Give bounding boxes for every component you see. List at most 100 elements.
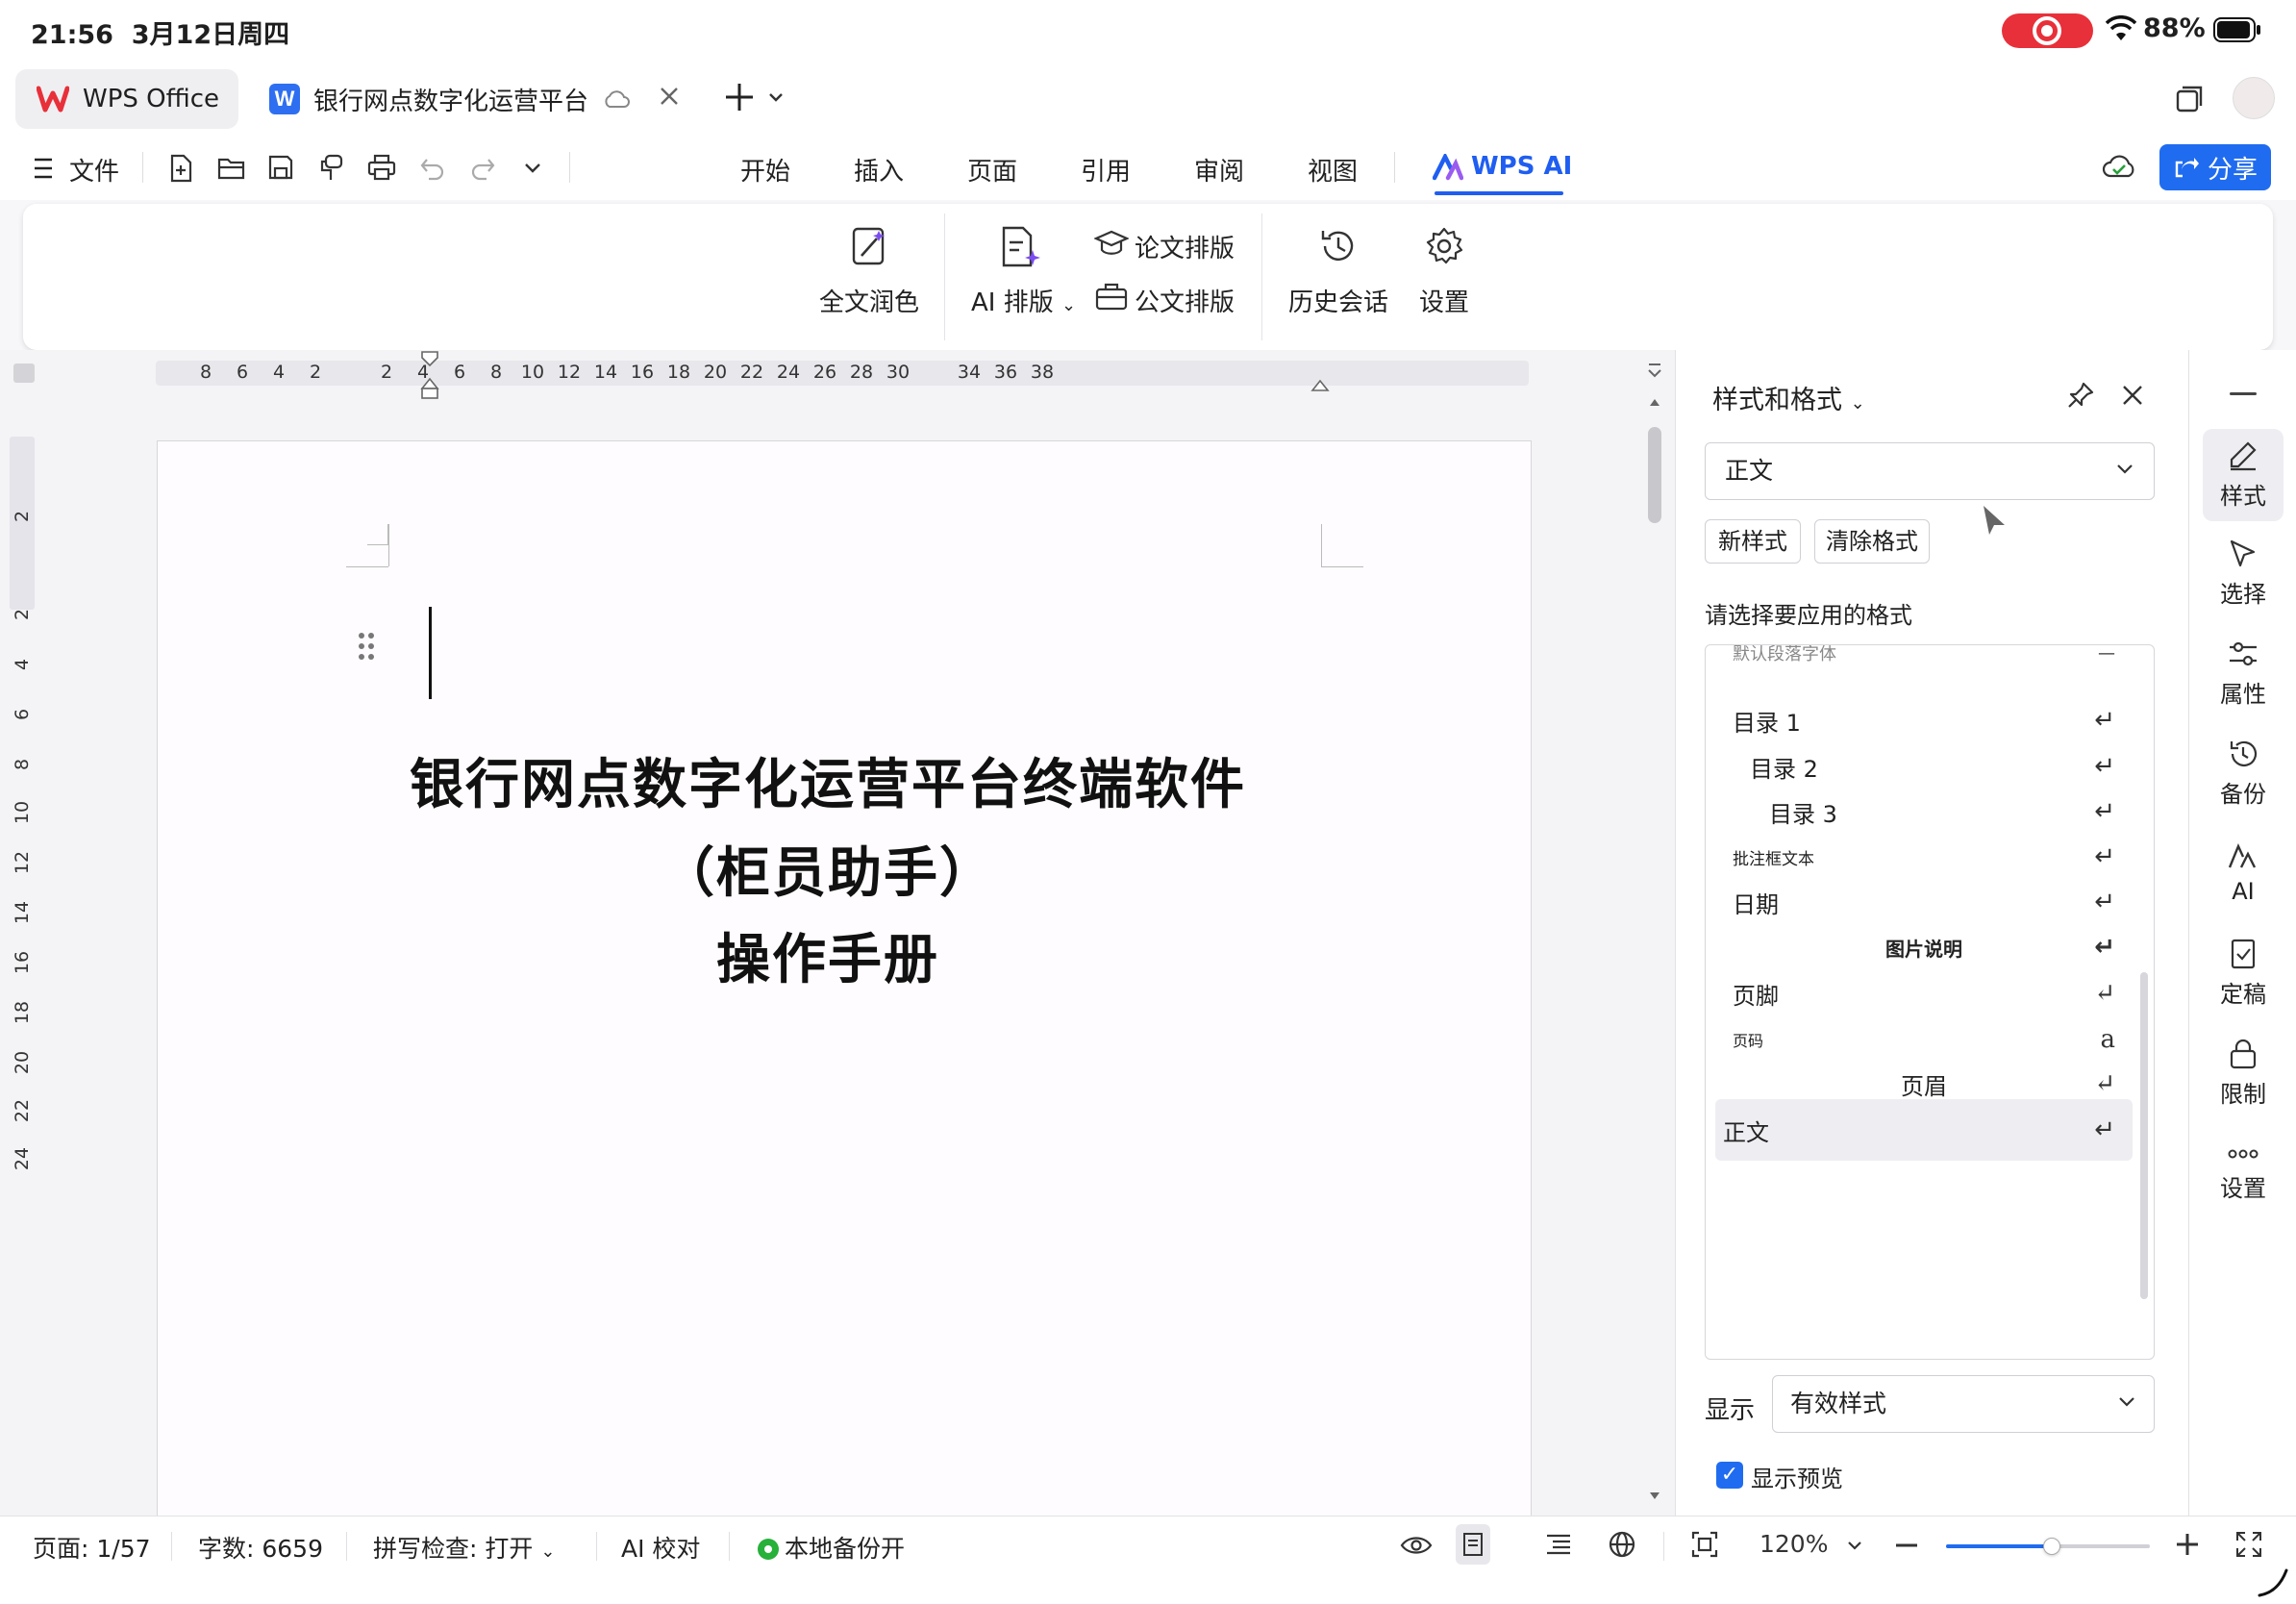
right-indent-marker-icon[interactable] bbox=[1310, 375, 1331, 394]
zoom-out-icon[interactable] bbox=[1894, 1538, 1919, 1553]
ruler-tick-label: 2 bbox=[12, 510, 33, 523]
chevron-down-icon bbox=[2117, 1395, 2136, 1409]
divider bbox=[944, 213, 945, 340]
page-indicator[interactable]: 页面: 1/57 bbox=[33, 1530, 151, 1565]
side-tool-style[interactable]: 样式 bbox=[2203, 429, 2284, 521]
divider bbox=[729, 1532, 730, 1561]
side-tool-restrict[interactable]: 限制 bbox=[2203, 1027, 2284, 1119]
save-icon[interactable] bbox=[267, 154, 294, 181]
menu-reference[interactable]: 引用 bbox=[1081, 152, 1131, 188]
history-icon bbox=[1317, 225, 1360, 267]
style-list[interactable]: 默认段落字体 — 目录 1 ↵ 目录 2 ↵ 目录 3 ↵ 批注框文本 ↵ 日期 ↵ 图片说… bbox=[1705, 644, 2155, 1360]
web-view-globe-icon[interactable] bbox=[1608, 1530, 1636, 1559]
close-panel-icon[interactable] bbox=[2120, 383, 2145, 408]
scroll-down-arrow-icon[interactable] bbox=[1648, 1491, 1661, 1502]
side-tool-backup[interactable]: 备份 bbox=[2203, 727, 2284, 819]
outline-view-icon[interactable] bbox=[1544, 1532, 1573, 1557]
local-backup-status[interactable]: 本地备份开 bbox=[758, 1530, 905, 1565]
vertical-scrollbar[interactable] bbox=[1648, 427, 1661, 523]
thesis-layout-button[interactable]: 论文排版 bbox=[1135, 229, 1235, 264]
window-switch-icon[interactable] bbox=[2175, 85, 2204, 113]
document-title-line-1[interactable]: 银行网点数字化运营平台终端软件 bbox=[158, 741, 1498, 819]
ruler-tick-label: 24 bbox=[12, 1146, 33, 1171]
open-folder-icon[interactable] bbox=[217, 156, 246, 181]
zoom-slider[interactable] bbox=[1946, 1538, 2150, 1555]
fit-page-icon[interactable] bbox=[1690, 1530, 1719, 1559]
new-style-button[interactable]: 新样式 bbox=[1705, 519, 1801, 564]
new-tab-plus-icon[interactable] bbox=[723, 81, 756, 113]
side-tool-select[interactable]: 选择 bbox=[2203, 527, 2284, 619]
tab-wps-office[interactable]: WPS Office bbox=[15, 69, 238, 129]
list-item[interactable]: 默认段落字体 — bbox=[1715, 645, 2133, 684]
cloud-synced-icon[interactable] bbox=[2102, 152, 2136, 181]
spell-check-toggle[interactable]: 拼写检查: 打开 ⌄ bbox=[373, 1530, 555, 1565]
ruler-toggle-icon[interactable] bbox=[1646, 362, 1663, 383]
document-title-line-2[interactable]: （柜员助手） bbox=[158, 830, 1498, 908]
history-session-button[interactable]: 历史会话 bbox=[1288, 283, 1388, 318]
ruler-tick-label: 4 bbox=[12, 658, 33, 671]
document-page[interactable]: 银行网点数字化运营平台终端软件 （柜员助手） 操作手册 bbox=[157, 440, 1532, 1527]
word-count[interactable]: 字数: 6659 bbox=[198, 1530, 323, 1565]
more-chevron-icon[interactable] bbox=[523, 162, 542, 175]
style-list-scrollbar[interactable] bbox=[2140, 972, 2148, 1299]
new-document-icon[interactable] bbox=[167, 154, 194, 183]
current-style-select[interactable]: 正文 bbox=[1705, 442, 2155, 500]
print-icon[interactable] bbox=[367, 154, 396, 181]
menu-view[interactable]: 视图 bbox=[1308, 152, 1358, 188]
list-item-selected[interactable]: 正文 ↵ bbox=[1715, 1099, 2133, 1161]
menu-wps-ai[interactable]: WPS AI bbox=[1471, 152, 1572, 181]
full-text-polish-button[interactable]: 全文润色 bbox=[819, 283, 919, 318]
sliders-icon bbox=[2227, 639, 2259, 669]
indent-marker-icon[interactable] bbox=[419, 350, 440, 404]
side-tool-finalize[interactable]: 定稿 bbox=[2203, 927, 2284, 1019]
ai-layout-button[interactable]: AI 排版 ⌄ bbox=[971, 283, 1076, 318]
format-painter-icon[interactable] bbox=[317, 154, 344, 183]
tab-document[interactable]: W 银行网点数字化运营平台 bbox=[260, 69, 683, 129]
divider bbox=[142, 152, 143, 183]
divider bbox=[346, 1532, 347, 1561]
zoom-level[interactable]: 120% bbox=[1759, 1530, 1828, 1558]
zoom-menu-chevron-icon[interactable] bbox=[1846, 1540, 1863, 1551]
collapse-handle[interactable] bbox=[2230, 392, 2257, 395]
zoom-in-icon[interactable] bbox=[2175, 1532, 2200, 1557]
show-filter-select[interactable]: 有效样式 bbox=[1772, 1375, 2155, 1433]
screen-recording-indicator[interactable] bbox=[2002, 13, 2093, 48]
document-title-line-3[interactable]: 操作手册 bbox=[158, 916, 1498, 994]
document-tab-bar: WPS Office W 银行网点数字化运营平台 bbox=[0, 60, 2296, 138]
page-view-button[interactable] bbox=[1456, 1524, 1490, 1565]
cursor-arrow-icon bbox=[2227, 539, 2259, 569]
side-tool-properties[interactable]: 属性 bbox=[2203, 627, 2284, 719]
share-button[interactable]: 分享 bbox=[2159, 144, 2271, 190]
menu-file[interactable]: 文件 bbox=[69, 152, 119, 188]
redo-icon[interactable] bbox=[469, 156, 496, 181]
backup-status-icon bbox=[758, 1539, 779, 1560]
tab-stop-selector[interactable] bbox=[13, 363, 35, 383]
menu-review[interactable]: 审阅 bbox=[1194, 152, 1244, 188]
eye-icon[interactable] bbox=[1400, 1534, 1433, 1557]
side-tool-settings[interactable]: 设置 bbox=[2203, 1127, 2284, 1219]
avatar[interactable] bbox=[2233, 77, 2275, 119]
menu-page[interactable]: 页面 bbox=[967, 152, 1017, 188]
chevron-down-icon[interactable] bbox=[767, 90, 785, 104]
official-layout-button[interactable]: 公文排版 bbox=[1135, 283, 1235, 318]
scroll-up-arrow-icon[interactable] bbox=[1648, 396, 1661, 408]
menu-start[interactable]: 开始 bbox=[740, 152, 790, 188]
ai-proofread-button[interactable]: AI 校对 bbox=[621, 1530, 700, 1565]
show-label: 显示 bbox=[1705, 1396, 1756, 1425]
pin-icon[interactable] bbox=[2066, 381, 2095, 410]
ruler-tick-label: 8 bbox=[12, 758, 33, 771]
ruler-tick-label: 16 bbox=[12, 950, 33, 975]
menu-insert[interactable]: 插入 bbox=[854, 152, 904, 188]
clear-format-button[interactable]: 清除格式 bbox=[1814, 519, 1930, 564]
close-tab-icon[interactable] bbox=[658, 85, 681, 108]
zoom-slider-thumb[interactable] bbox=[2043, 1538, 2061, 1555]
hamburger-icon[interactable] bbox=[33, 156, 54, 181]
side-tool-ai[interactable]: AI bbox=[2203, 827, 2284, 919]
undo-icon[interactable] bbox=[419, 156, 446, 181]
fullscreen-icon[interactable] bbox=[2234, 1530, 2263, 1559]
vertical-ruler[interactable]: 2 2 4 6 8 10 12 14 16 18 20 22 24 bbox=[10, 437, 35, 1516]
ribbon-settings-button[interactable]: 设置 bbox=[1419, 283, 1469, 318]
show-preview-checkbox[interactable]: ✓ bbox=[1716, 1462, 1743, 1489]
panel-title[interactable]: 样式和格式 ⌄ bbox=[1712, 379, 1865, 416]
drag-handle-icon[interactable] bbox=[358, 632, 375, 661]
